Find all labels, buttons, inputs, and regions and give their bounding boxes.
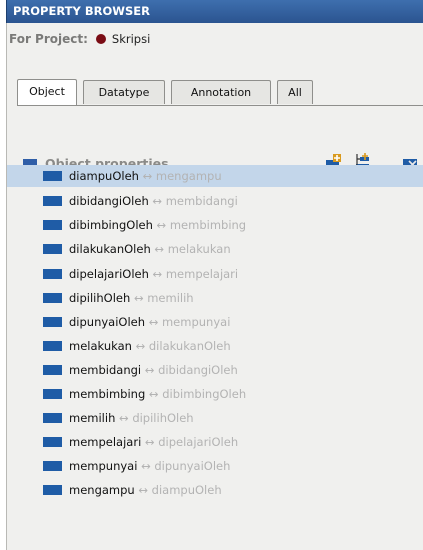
property-name: melakukan	[69, 339, 132, 353]
tab-all[interactable]: All	[277, 80, 313, 104]
property-name: dibimbingOleh	[69, 218, 153, 232]
inverse-property-name: membimbing	[169, 218, 247, 232]
property-row[interactable]: membidangi ↔ dibidangiOleh	[7, 359, 423, 381]
property-name: mengampu	[69, 483, 135, 497]
project-label: For Project:	[9, 32, 88, 46]
inverse-property-name: memilih	[147, 291, 194, 305]
property-row[interactable]: dilakukanOleh ↔ melakukan	[7, 238, 423, 260]
inverse-property-name: dipilihOleh	[132, 411, 194, 425]
tab-object[interactable]: Object	[17, 79, 77, 105]
property-row[interactable]: diampuOleh ↔ mengampu	[7, 165, 423, 187]
inverse-arrow: ↔	[138, 483, 149, 497]
property-name: dipunyaiOleh	[69, 315, 146, 329]
object-property-icon	[43, 196, 62, 206]
property-row[interactable]: dibidangiOleh ↔ membidangi	[7, 190, 423, 212]
property-name: mempunyai	[69, 459, 138, 473]
object-property-icon	[43, 171, 62, 181]
property-name: diampuOleh	[69, 169, 139, 183]
inverse-property-name: melakukan	[167, 242, 231, 256]
inverse-property-name: membidangi	[165, 194, 238, 208]
project-name: Skripsi	[111, 32, 151, 46]
object-property-icon	[43, 413, 62, 423]
inverse-arrow: ↔	[144, 363, 155, 377]
object-property-icon	[43, 220, 62, 230]
object-property-icon	[43, 269, 62, 279]
object-property-icon	[43, 461, 62, 471]
inverse-property-name: dipelajariOleh	[158, 435, 239, 449]
tab-datatype[interactable]: Datatype	[83, 80, 165, 104]
inverse-arrow: ↔	[142, 169, 153, 183]
property-name: membimbing	[69, 387, 146, 401]
property-browser-panel: For Project: Skripsi Object Datatype Anno…	[6, 23, 423, 550]
object-property-icon	[43, 317, 62, 327]
object-property-icon	[43, 485, 62, 495]
tab-divider	[17, 105, 423, 106]
object-property-icon	[43, 365, 62, 375]
property-row[interactable]: dibimbingOleh ↔ membimbing	[7, 214, 423, 236]
object-property-icon	[43, 437, 62, 447]
inverse-arrow: ↔	[152, 267, 163, 281]
inverse-property-name: mempunyai	[161, 315, 231, 329]
inverse-arrow: ↔	[133, 291, 144, 305]
inverse-property-name: dibidangiOleh	[158, 363, 238, 377]
object-property-icon	[43, 293, 62, 303]
inverse-arrow: ↔	[119, 411, 129, 425]
tab-annotation[interactable]: Annotation	[171, 80, 271, 104]
object-property-icon	[43, 389, 62, 399]
property-name: dipilihOleh	[69, 291, 131, 305]
project-info: For Project: Skripsi	[9, 29, 150, 49]
object-property-icon	[43, 244, 62, 254]
property-row[interactable]: mempelajari ↔ dipelajariOleh	[7, 431, 423, 453]
inverse-arrow: ↔	[141, 459, 151, 473]
inverse-property-name: mempelajari	[165, 267, 239, 281]
property-row[interactable]: dipelajariOleh ↔ mempelajari	[7, 263, 423, 285]
property-name: mempelajari	[69, 435, 142, 449]
object-property-icon	[43, 341, 62, 351]
property-name: dipelajariOleh	[69, 267, 149, 281]
project-dot-icon	[95, 34, 106, 44]
inverse-property-name: diampuOleh	[151, 483, 222, 497]
inverse-arrow: ↔	[144, 435, 155, 449]
inverse-arrow: ↔	[154, 242, 165, 256]
property-row[interactable]: melakukan ↔ dilakukanOleh	[7, 335, 423, 357]
property-row[interactable]: memilih ↔ dipilihOleh	[7, 407, 423, 429]
window-title: PROPERTY BROWSER	[6, 0, 423, 23]
inverse-arrow: ↔	[148, 387, 159, 401]
property-row[interactable]: dipunyaiOleh ↔ mempunyai	[7, 311, 423, 333]
property-name: membidangi	[69, 363, 142, 377]
inverse-arrow: ↔	[156, 218, 167, 232]
inverse-arrow: ↔	[152, 194, 163, 208]
property-row[interactable]: membimbing ↔ dibimbingOleh	[7, 383, 423, 405]
property-name: dibidangiOleh	[69, 194, 149, 208]
property-row[interactable]: dipilihOleh ↔ memilih	[7, 287, 423, 309]
property-row[interactable]: mempunyai ↔ dipunyaiOleh	[7, 455, 423, 477]
inverse-property-name: dipunyaiOleh	[154, 459, 231, 473]
property-name: memilih	[69, 411, 116, 425]
inverse-property-name: dibimbingOleh	[162, 387, 247, 401]
property-row[interactable]: mengampu ↔ diampuOleh	[7, 479, 423, 501]
inverse-arrow: ↔	[148, 315, 159, 329]
property-name: dilakukanOleh	[69, 242, 151, 256]
inverse-property-name: mengampu	[155, 169, 222, 183]
inverse-arrow: ↔	[135, 339, 146, 353]
inverse-property-name: dilakukanOleh	[148, 339, 231, 353]
